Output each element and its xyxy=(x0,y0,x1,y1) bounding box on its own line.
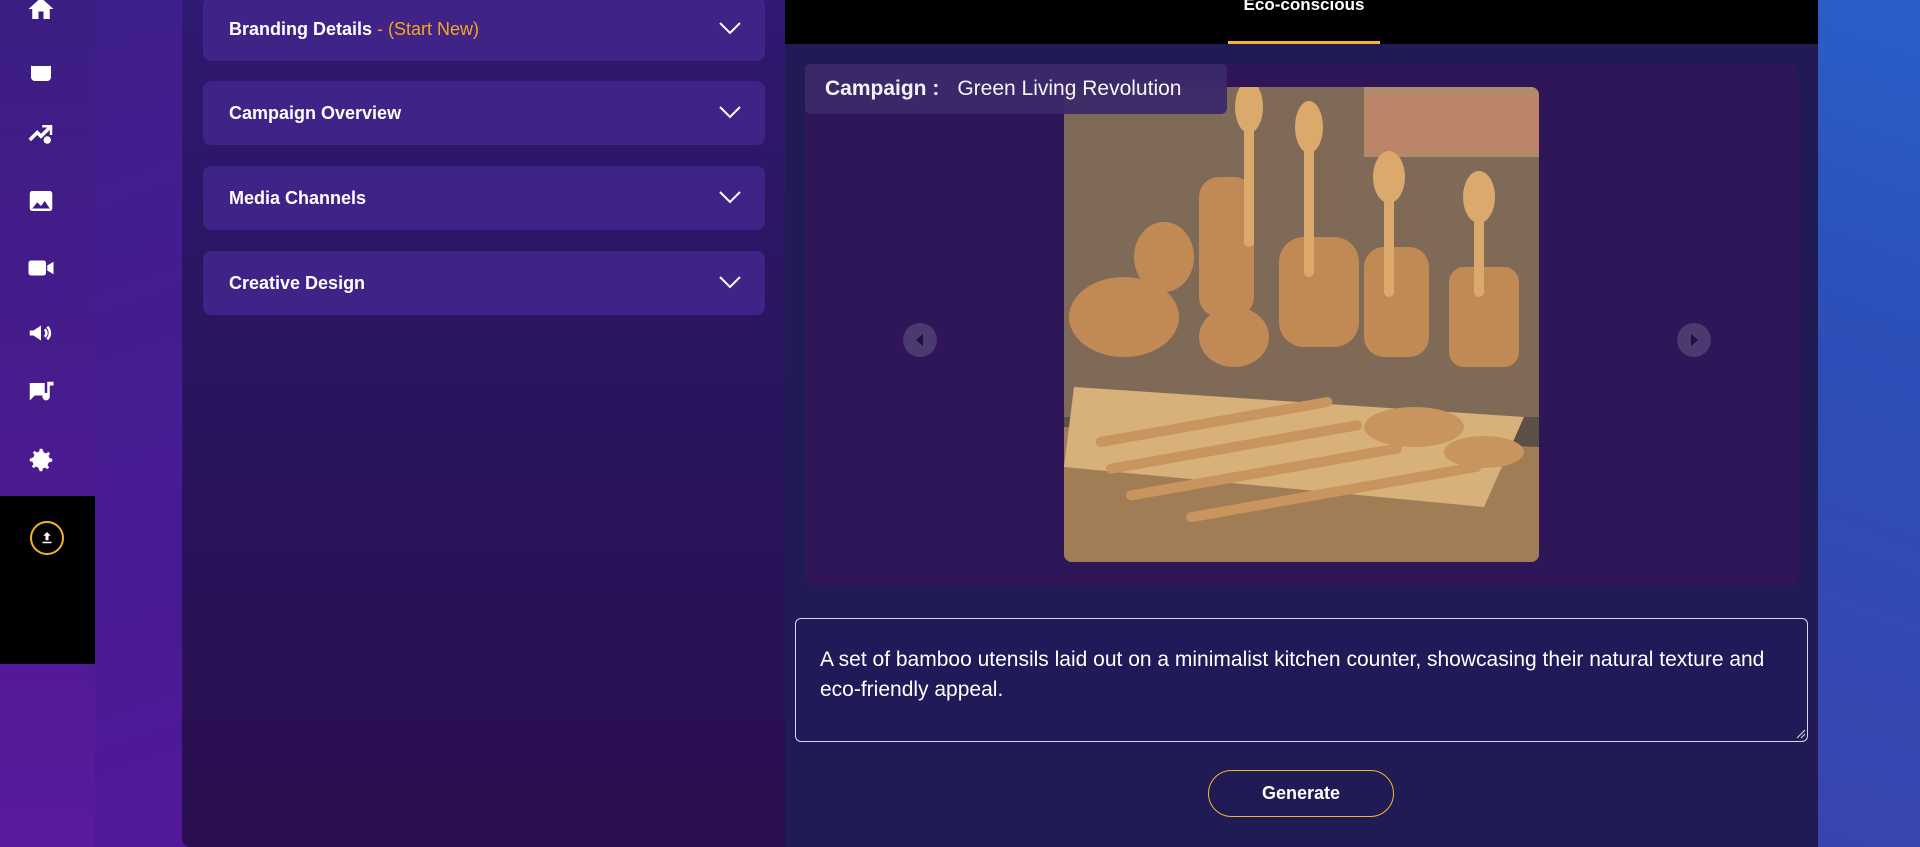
megaphone-icon[interactable] xyxy=(24,316,58,350)
accordion-title: Campaign Overview xyxy=(229,102,402,123)
chevron-left-icon[interactable] xyxy=(903,323,937,357)
music-note-icon[interactable] xyxy=(24,376,58,410)
accordion-title: Media Channels xyxy=(229,187,367,208)
upload-icon[interactable] xyxy=(30,521,64,555)
chevron-down-icon xyxy=(719,276,741,289)
settings-icon[interactable] xyxy=(24,443,58,477)
campaign-icon[interactable] xyxy=(24,118,58,152)
chevron-down-icon xyxy=(719,191,741,204)
icon-sidebar xyxy=(0,0,95,847)
accordion-creative-design[interactable]: Creative Design xyxy=(203,251,765,315)
generate-button[interactable]: Generate xyxy=(1208,770,1394,817)
generated-image xyxy=(1064,87,1539,562)
resize-handle-icon[interactable] xyxy=(1796,729,1806,739)
chevron-right-icon[interactable] xyxy=(1677,323,1711,357)
accordion-branding-details[interactable]: Branding Details - (Start New) xyxy=(203,0,765,61)
calendar-icon[interactable] xyxy=(24,54,58,88)
campaign-label: Campaign : Green Living Revolution xyxy=(805,64,1227,114)
video-icon[interactable] xyxy=(24,251,58,285)
accordion-media-channels[interactable]: Media Channels xyxy=(203,166,765,230)
campaign-name: Green Living Revolution xyxy=(957,77,1182,100)
accordion-subtitle: - (Start New) xyxy=(372,18,480,39)
tab-eco-conscious[interactable]: Eco-conscious xyxy=(1228,0,1380,44)
accordion-campaign-overview[interactable]: Campaign Overview xyxy=(203,81,765,145)
chevron-down-icon xyxy=(719,106,741,119)
accordion-title: Branding Details xyxy=(229,18,373,39)
background-right-edge xyxy=(1818,0,1920,847)
tab-label: Eco-conscious xyxy=(1243,0,1365,14)
image-icon[interactable] xyxy=(24,184,58,218)
campaign-key: Campaign : xyxy=(825,77,940,100)
accordion-title: Creative Design xyxy=(229,272,366,293)
prompt-textarea[interactable]: A set of bamboo utensils laid out on a m… xyxy=(795,618,1808,742)
chevron-down-icon xyxy=(719,22,741,35)
home-icon[interactable] xyxy=(24,0,58,26)
